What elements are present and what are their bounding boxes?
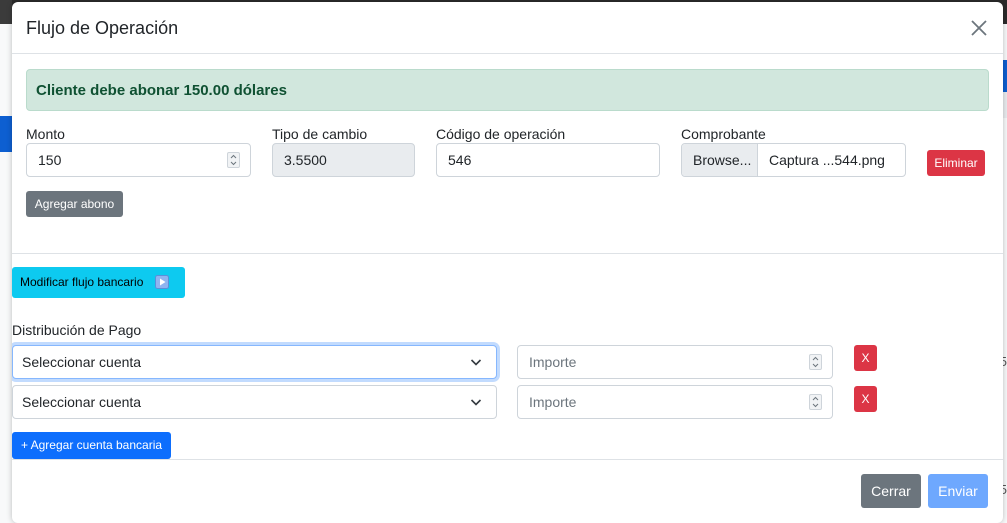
codigo-operacion-label: Código de operación	[436, 126, 566, 142]
modal-title: Flujo de Operación	[26, 18, 179, 38]
importe-input[interactable]: Importe	[517, 385, 833, 419]
background-topbar-corner	[0, 0, 12, 24]
importe-input[interactable]: Importe	[517, 345, 833, 379]
close-icon[interactable]	[967, 16, 991, 40]
importe-placeholder: Importe	[529, 354, 577, 370]
tipo-cambio-label: Tipo de cambio	[272, 126, 368, 142]
agregar-abono-button[interactable]: Agregar abono	[26, 191, 123, 217]
importe-placeholder: Importe	[529, 394, 577, 410]
enviar-button[interactable]: Enviar	[928, 474, 988, 508]
play-icon	[154, 275, 169, 289]
background-nav-strip	[0, 116, 12, 152]
comprobante-file-input[interactable]: Browse... Captura ...544.png	[681, 143, 906, 177]
cuenta-select[interactable]: Seleccionar cuenta	[12, 345, 497, 379]
cerrar-button[interactable]: Cerrar	[861, 474, 921, 508]
tipo-cambio-input: 3.5500	[272, 143, 415, 177]
monto-label: Monto	[26, 126, 65, 142]
comprobante-label: Comprobante	[681, 126, 766, 142]
codigo-operacion-input[interactable]: 546	[436, 143, 660, 177]
remove-row-button[interactable]: X	[854, 386, 877, 412]
alert-text: Cliente debe abonar 150.00 dólares	[36, 82, 287, 99]
codigo-operacion-value: 546	[448, 152, 472, 168]
chevron-down-icon	[470, 399, 482, 406]
chevron-down-icon	[470, 359, 482, 366]
tipo-cambio-value: 3.5500	[284, 152, 327, 168]
agregar-cuenta-button[interactable]: + Agregar cuenta bancaria	[12, 432, 171, 459]
cuenta-select[interactable]: Seleccionar cuenta	[12, 385, 497, 419]
spinner-icon[interactable]	[809, 394, 822, 410]
monto-input[interactable]: 150	[26, 143, 251, 177]
browse-button[interactable]: Browse...	[682, 144, 758, 176]
distribucion-pago-label: Distribución de Pago	[12, 322, 142, 338]
remove-row-button[interactable]: X	[854, 345, 877, 371]
modal-header: Flujo de Operación	[12, 2, 1003, 54]
spinner-icon[interactable]	[809, 354, 822, 370]
cuenta-select-value: Seleccionar cuenta	[22, 354, 142, 370]
monto-value: 150	[38, 152, 62, 168]
section-divider	[12, 253, 1003, 254]
spinner-icon[interactable]	[227, 152, 240, 168]
cuenta-select-value: Seleccionar cuenta	[22, 394, 142, 410]
payment-alert: Cliente debe abonar 150.00 dólares	[26, 69, 989, 111]
operation-flow-modal: Flujo de Operación Cliente debe abonar 1…	[12, 2, 1003, 523]
modificar-flujo-label: Modificar flujo bancario	[20, 275, 144, 289]
file-name: Captura ...544.png	[769, 152, 885, 168]
modificar-flujo-button[interactable]: Modificar flujo bancario	[12, 267, 185, 298]
footer-divider	[12, 459, 1003, 460]
eliminar-button[interactable]: Eliminar	[927, 150, 985, 176]
